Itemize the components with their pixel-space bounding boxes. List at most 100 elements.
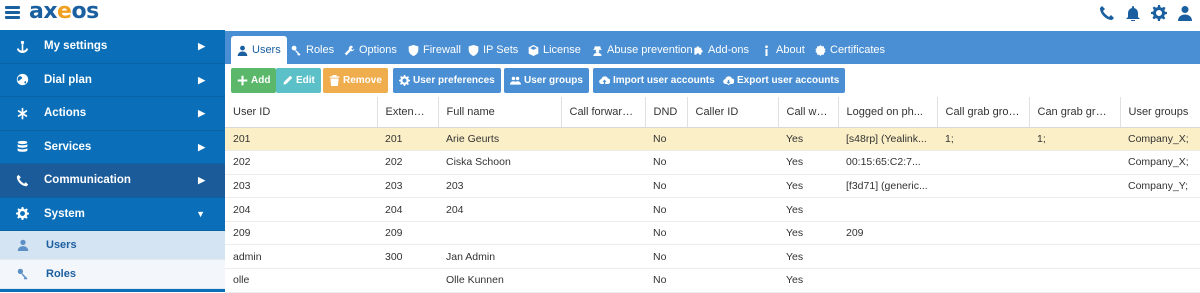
user-icon — [237, 45, 248, 56]
table-cell — [1120, 197, 1200, 222]
table-row[interactable]: 204 204 204 No Yes — [225, 197, 1200, 222]
axeos-logo[interactable]: axeos — [29, 0, 99, 24]
table-cell: 1; — [937, 127, 1029, 152]
gear-icon — [0, 207, 44, 221]
sidebar-subitem-label: Roles — [46, 268, 76, 280]
hamburger-menu-icon[interactable] — [5, 6, 20, 20]
table-cell: 00:15:65:C2:7... — [838, 150, 937, 175]
column-header[interactable]: Can grab group — [1029, 97, 1121, 128]
table-cell: Yes — [778, 150, 838, 175]
tab-abuse-prevention[interactable]: Abuse prevention — [588, 36, 697, 64]
globe-icon — [0, 73, 44, 86]
user-groups-button[interactable]: User groups — [504, 68, 589, 93]
table-cell: Jan Admin — [438, 244, 561, 270]
table-cell — [1029, 174, 1120, 199]
user-preferences-button[interactable]: User preferences — [393, 68, 501, 93]
table-cell: Arie Geurts — [438, 127, 561, 152]
export-user-accounts-button[interactable]: Export user accounts — [717, 68, 846, 93]
sidebar-item-system[interactable]: System ▼ — [0, 198, 225, 231]
sidebar-subitem-roles[interactable]: Roles — [0, 260, 225, 289]
table-cell — [561, 127, 645, 152]
tab-bar: Users Roles Options Firewall IP Sets Lic… — [225, 31, 1200, 64]
tab-add-ons[interactable]: Add-ons — [689, 36, 753, 64]
sidebar-subitem-users[interactable]: Users — [0, 231, 225, 260]
import-user-accounts-button[interactable]: Import user accounts — [593, 68, 721, 93]
table-cell — [377, 268, 438, 293]
column-header[interactable]: Call waiting — [778, 97, 839, 128]
shield-icon — [408, 44, 419, 56]
table-cell — [1029, 150, 1120, 175]
tab-options[interactable]: Options — [340, 36, 401, 64]
table-row[interactable]: olle Olle Kunnen No Yes — [225, 268, 1200, 293]
table-cell — [561, 244, 645, 270]
table-cell: No — [645, 150, 687, 175]
bell-icon[interactable] — [1124, 4, 1142, 22]
trash-icon — [329, 75, 340, 86]
asterisk-icon — [0, 107, 44, 120]
table-cell: Yes — [778, 197, 838, 222]
key-icon — [291, 45, 301, 56]
gear-icon — [399, 75, 410, 86]
table-cell: 204 — [225, 197, 377, 222]
table-cell: 203 — [225, 174, 377, 199]
sidebar-item-actions[interactable]: Actions ▶ — [0, 97, 225, 131]
table-cell: No — [645, 174, 687, 199]
table-row[interactable]: 201 201 Arie Geurts No Yes [s48rp] (Yealink..… — [225, 127, 1200, 152]
tab-ip-sets[interactable]: IP Sets — [464, 36, 522, 64]
table-row[interactable]: 202 202 Ciska Schoon No Yes 00:15:65:C2:7... C… — [225, 150, 1200, 175]
column-header[interactable]: User groups — [1120, 97, 1200, 128]
table-cell: 203 — [438, 174, 561, 199]
sidebar-item-label: Services — [44, 140, 92, 153]
table-cell: 203 — [377, 174, 438, 199]
column-header[interactable]: Full name — [438, 97, 562, 128]
column-header[interactable]: Caller ID — [687, 97, 779, 128]
users-icon — [0, 239, 46, 251]
column-header[interactable]: Call grab group — [937, 97, 1030, 128]
users-icon — [510, 76, 521, 85]
column-header[interactable]: Extension — [377, 97, 439, 128]
table-cell — [438, 221, 561, 246]
users-table: User ID Extension Full name Call forwarding… — [225, 97, 1200, 293]
table-cell: [f3d71] (generic... — [838, 174, 937, 199]
gear-icon[interactable] — [1150, 4, 1168, 22]
column-header[interactable]: DND — [645, 97, 688, 128]
top-bar: axeos — [0, 0, 1200, 29]
shield-icon — [468, 44, 479, 56]
add-button[interactable]: Add — [231, 68, 277, 93]
tab-users[interactable]: Users — [231, 36, 287, 64]
table-cell — [838, 197, 937, 222]
table-cell — [1029, 244, 1120, 270]
edit-button[interactable]: Edit — [276, 68, 321, 93]
chevron-right-icon: ▶ — [198, 175, 205, 185]
table-cell: Yes — [778, 221, 838, 246]
tab-license[interactable]: License — [524, 36, 585, 64]
table-cell: 201 — [225, 127, 377, 152]
table-cell — [1120, 268, 1200, 293]
table-cell — [1029, 197, 1120, 222]
column-header[interactable]: Logged on ph... — [838, 97, 938, 128]
phone-icon[interactable] — [1098, 4, 1116, 22]
table-row[interactable]: 203 203 203 No Yes [f3d71] (generic... Company… — [225, 174, 1200, 199]
tab-roles[interactable]: Roles — [287, 36, 338, 64]
chevron-right-icon: ▶ — [198, 141, 205, 152]
table-row[interactable]: 209 209 No Yes 209 — [225, 221, 1200, 246]
table-row[interactable]: admin 300 Jan Admin No Yes — [225, 244, 1200, 270]
column-header[interactable]: User ID — [225, 97, 378, 128]
table-cell — [561, 174, 645, 199]
sidebar-item-dial-plan[interactable]: Dial plan ▶ — [0, 64, 225, 97]
table-cell — [561, 221, 645, 246]
column-header[interactable]: Call forwarding — [561, 97, 646, 128]
remove-button[interactable]: Remove — [323, 68, 388, 93]
table-cell — [687, 127, 778, 152]
tab-firewall[interactable]: Firewall — [404, 36, 465, 64]
sidebar-item-services[interactable]: Services ▶ — [0, 131, 225, 164]
sidebar-item-my-settings[interactable]: My settings ▶ — [0, 30, 225, 64]
chevron-right-icon: ▶ — [198, 74, 205, 85]
table-cell — [1029, 268, 1120, 293]
phone-icon — [0, 174, 44, 187]
sidebar-item-communication[interactable]: Communication ▶ — [0, 164, 225, 198]
tab-about[interactable]: About — [757, 36, 809, 64]
user-icon[interactable] — [1176, 4, 1194, 22]
table-cell: No — [645, 221, 687, 246]
tab-certificates[interactable]: Certificates — [811, 36, 889, 64]
